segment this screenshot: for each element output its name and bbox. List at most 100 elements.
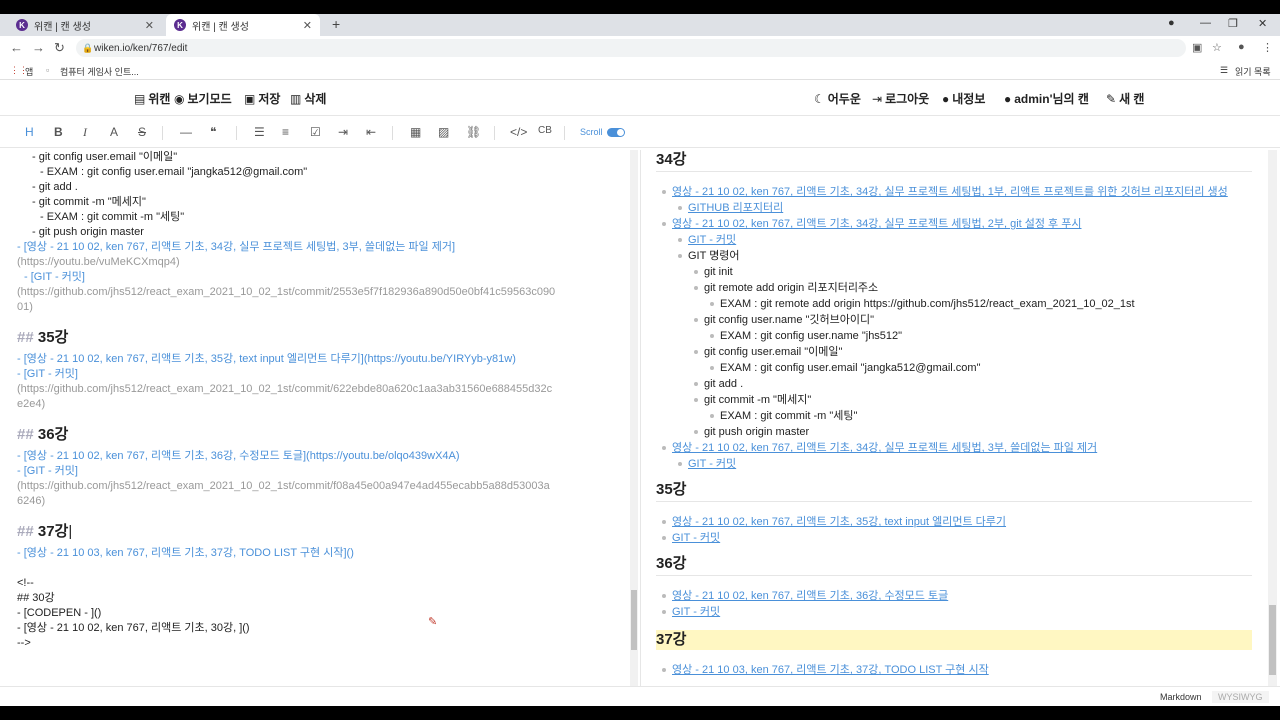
preview-heading: 34강 [656, 152, 1252, 172]
maximize-icon[interactable]: ❐ [1228, 17, 1238, 30]
wiken-favicon-icon: K [16, 19, 28, 31]
bold-icon[interactable]: B [54, 125, 63, 139]
reload-icon[interactable]: ↻ [54, 40, 65, 56]
preview-heading: 36강 [656, 556, 1252, 576]
translate-icon[interactable]: ▣ [1192, 41, 1202, 54]
nav-new-ken[interactable]: ✎ 새 캔 [1106, 90, 1144, 107]
preview-link[interactable]: 영상 - 21 10 02, ken 767, 리액트 기초, 35강, tex… [672, 516, 1006, 528]
preview-scrollbar[interactable] [1268, 150, 1277, 690]
browser-tab-active[interactable]: K 위캔 | 캔 생성 ✕ [166, 14, 320, 36]
outdent-icon[interactable]: ⇤ [366, 125, 376, 139]
preview-link[interactable]: GIT - 커밋 [688, 458, 736, 470]
scroll-label: Scroll [580, 127, 603, 137]
heading-icon[interactable]: H [25, 125, 34, 139]
editor-scrollbar[interactable] [630, 150, 638, 690]
quote-icon[interactable]: ❝ [210, 125, 216, 139]
link-icon[interactable]: ⛓ [466, 125, 481, 139]
nav-logout[interactable]: ⇥ 로그아웃 [872, 90, 929, 107]
nav-delete[interactable]: ▥ 삭제 [290, 90, 326, 107]
wiken-app: ▤ 위캔 ◉ 보기모드 ▣ 저장 ▥ 삭제 ☾ 어두운 ⇥ 로그아웃 ● 내정보 ● admin… [0, 80, 1280, 706]
markdown-preview: 34강 영상 - 21 10 02, ken 767, 리액트 기초, 34강,… [656, 150, 1254, 690]
close-window-icon[interactable]: ✕ [1258, 17, 1267, 30]
preview-link[interactable]: 영상 - 21 10 02, ken 767, 리액트 기초, 34강, 실무 … [672, 442, 1097, 454]
heading-text: 35강 [37, 329, 69, 346]
preview-link[interactable]: 영상 - 21 10 02, ken 767, 리액트 기초, 34강, 실무 … [672, 186, 1228, 198]
text-color-icon[interactable]: A [110, 125, 118, 139]
list-item: GIT - 커밋 [661, 604, 720, 620]
bullet-list-icon[interactable]: ☰ [254, 125, 265, 139]
preview-link[interactable]: GIT - 커밋 [672, 606, 720, 618]
toolbar-divider [392, 126, 393, 140]
reading-list[interactable]: 읽기 목록 [1235, 65, 1271, 78]
url-text: wiken.io/ken/767/edit [94, 42, 188, 54]
bookmark-item[interactable]: 컴퓨터 게임사 인트... [60, 65, 139, 78]
close-tab-icon[interactable]: ✕ [145, 19, 154, 32]
address-bar-row: ← → ↻ 🔒 wiken.io/ken/767/edit ▣ ☆ ● ⋮ [0, 36, 1280, 60]
preview-link[interactable]: 영상 - 21 10 03, ken 767, 리액트 기초, 37강, TOD… [672, 664, 989, 676]
app-nav: ▤ 위캔 ◉ 보기모드 ▣ 저장 ▥ 삭제 ☾ 어두운 ⇥ 로그아웃 ● 내정보 ● admin… [0, 80, 1280, 116]
nav-dark-mode[interactable]: ☾ 어두운 [814, 90, 861, 107]
editor-heading: ## 37강| [17, 524, 72, 539]
nav-my-ken[interactable]: ● admin'님의 캔 [1004, 90, 1089, 107]
nav-my-info[interactable]: ● 내정보 [942, 90, 985, 107]
scroll-sync-toggle[interactable]: Scroll [580, 127, 625, 138]
bookmark-star-icon[interactable]: ☆ [1212, 41, 1222, 54]
wysiwyg-mode-tab[interactable]: WYSIWYG [1212, 691, 1269, 703]
editor-line: - [영상 - 21 10 02, ken 767, 리액트 기초, 36강, … [17, 450, 460, 462]
logout-icon: ⇥ [872, 92, 883, 106]
preview-link[interactable]: GITHUB 리포지터리 [688, 202, 783, 214]
strikethrough-icon[interactable]: S [138, 125, 146, 139]
task-list-icon[interactable]: ☑ [310, 125, 321, 139]
back-icon[interactable]: ← [10, 40, 23, 55]
profile-icon[interactable]: ● [1238, 41, 1245, 53]
url-field[interactable]: 🔒 wiken.io/ken/767/edit [76, 39, 1186, 57]
scrollbar-thumb[interactable] [1269, 605, 1276, 675]
markdown-editor[interactable]: - git config user.email "이메일" - EXAM : g… [0, 150, 630, 690]
forward-icon[interactable]: → [32, 40, 45, 55]
nav-view-mode[interactable]: ◉ 보기모드 [174, 90, 232, 107]
bookmarks-bar: ⋮⋮ 앱 ▫ 컴퓨터 게임사 인트... ☰ 읽기 목록 [0, 60, 1280, 80]
horizontal-rule-icon[interactable]: — [180, 125, 192, 139]
image-icon[interactable]: ▨ [438, 125, 449, 139]
indent-icon[interactable]: ⇥ [338, 125, 348, 139]
new-tab-icon[interactable]: + [332, 16, 340, 32]
close-tab-icon[interactable]: ✕ [303, 19, 312, 32]
list-item: 영상 - 21 10 02, ken 767, 리액트 기초, 34강, 실무 … [661, 440, 1097, 456]
menu-icon[interactable]: ⋮ [1262, 41, 1273, 54]
code-block-button[interactable]: CB [538, 125, 552, 136]
editor-line: - [영상 - 21 10 03, ken 767, 리액트 기초, 37강, … [17, 547, 354, 559]
editor-line: - [GIT - 커밋] [17, 465, 78, 477]
numbered-list-icon[interactable]: ≡ [282, 125, 289, 139]
list-item: git config user.name "깃허브아이디" [693, 314, 875, 326]
minimize-icon[interactable]: — [1200, 17, 1211, 29]
preview-link[interactable]: 영상 - 21 10 02, ken 767, 리액트 기초, 36강, 수정모… [672, 590, 948, 602]
preview-heading: 35강 [656, 482, 1252, 502]
list-item: 영상 - 21 10 03, ken 767, 리액트 기초, 37강, TOD… [662, 662, 989, 678]
list-item: 영상 - 21 10 02, ken 767, 리액트 기초, 35강, tex… [661, 514, 1006, 530]
italic-icon[interactable]: I [83, 125, 87, 140]
eye-icon: ◉ [174, 92, 185, 106]
preview-link[interactable]: GIT - 커밋 [672, 532, 720, 544]
preview-link[interactable]: GIT - 커밋 [688, 234, 736, 246]
nav-wiken[interactable]: ▤ 위캔 [134, 90, 170, 107]
nav-label: 새 캔 [1119, 92, 1145, 106]
reading-list-icon[interactable]: ☰ [1220, 65, 1228, 76]
code-icon[interactable]: </> [510, 125, 527, 139]
nav-save[interactable]: ▣ 저장 [244, 90, 280, 107]
nav-label: 로그아웃 [885, 92, 930, 106]
markdown-mode-tab[interactable]: Markdown [1154, 691, 1208, 703]
tab-title: 위캔 | 캔 생성 [192, 21, 249, 33]
mouse-cursor-icon: ✎ [428, 616, 438, 628]
preview-link[interactable]: 영상 - 21 10 02, ken 767, 리액트 기초, 34강, 실무 … [672, 218, 1081, 230]
bookmark-apps[interactable]: 앱 [25, 65, 33, 78]
pencil-icon: ✎ [1106, 92, 1117, 106]
scrollbar-thumb[interactable] [631, 590, 637, 650]
preview-heading-highlighted: 37강 [656, 630, 1252, 650]
media-control-icon[interactable]: ● [1168, 17, 1175, 29]
toolbar-divider [162, 126, 163, 140]
browser-tab[interactable]: K 위캔 | 캔 생성 ✕ [8, 14, 162, 36]
editor-line: - [영상 - 21 10 02, ken 767, 리액트 기초, 30강, … [17, 622, 250, 634]
editor-mode-bar: Markdown WYSIWYG [0, 686, 1280, 706]
table-icon[interactable]: ▦ [410, 125, 421, 139]
text-cursor: | [68, 523, 73, 540]
